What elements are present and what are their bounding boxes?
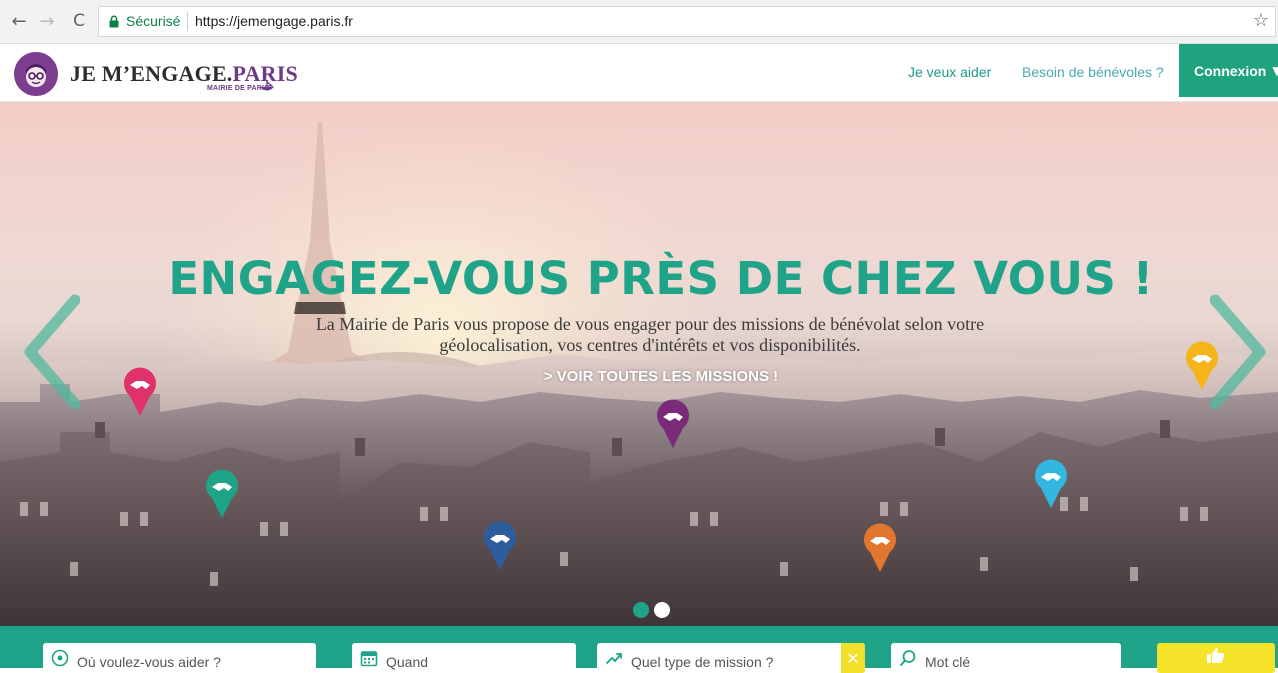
- keyword-input[interactable]: Mot clé: [891, 643, 1121, 673]
- chevron-left-icon[interactable]: [20, 292, 80, 412]
- back-arrow-icon[interactable]: ←: [8, 9, 30, 33]
- handshake-pin-icon[interactable]: [861, 522, 899, 574]
- address-bar[interactable]: Sécurisé https://jemengage.paris.fr ☆: [98, 6, 1276, 37]
- search-icon: [900, 650, 916, 666]
- search-submit-button[interactable]: [1157, 643, 1275, 673]
- paris-ship-icon: [260, 81, 274, 91]
- reload-icon[interactable]: C: [68, 9, 90, 33]
- handshake-pin-icon[interactable]: [203, 468, 241, 520]
- thumbs-up-icon: [1207, 647, 1225, 663]
- browser-toolbar: ← → C Sécurisé https://jemengage.paris.f…: [0, 0, 1278, 44]
- handshake-pin-icon[interactable]: [121, 366, 159, 418]
- hero-description: La Mairie de Paris vous propose de vous …: [230, 314, 1070, 356]
- date-input[interactable]: Quand: [352, 643, 576, 673]
- location-target-icon: [51, 649, 69, 667]
- login-label: Connexion: [1194, 62, 1267, 79]
- url-text[interactable]: https://jemengage.paris.fr: [195, 13, 353, 29]
- site-header: JE M’ENGAGE.PARIS MAIRIE DE PARIS Je veu…: [0, 44, 1278, 102]
- hero-description-line-1: La Mairie de Paris vous propose de vous …: [315, 314, 985, 334]
- mission-type-select[interactable]: Quel type de mission ? ✕: [597, 643, 865, 673]
- paris-rooftops-illustration: [0, 122, 1278, 626]
- nav-help-link[interactable]: Je veux aider: [908, 64, 991, 80]
- handshake-pin-icon[interactable]: [1032, 458, 1070, 510]
- calendar-icon: [360, 651, 378, 667]
- mission-search-bar: Où voulez-vous aider ? Quand Quel type d…: [0, 626, 1278, 673]
- secure-label: Sécurisé: [126, 13, 181, 29]
- logo-name: JE M’ENGAGE.: [70, 61, 233, 86]
- handshake-pin-icon[interactable]: [654, 398, 692, 450]
- location-input[interactable]: Où voulez-vous aider ?: [43, 643, 316, 673]
- carousel-dot[interactable]: [654, 602, 670, 618]
- hero-description-line-2: géolocalisation, vos centres d'intérêts …: [439, 335, 861, 355]
- forward-arrow-icon[interactable]: →: [36, 9, 58, 33]
- star-icon[interactable]: ☆: [1253, 10, 1269, 31]
- logo-mascot-icon[interactable]: [14, 52, 58, 96]
- handshake-pin-icon[interactable]: [1183, 340, 1221, 392]
- lock-icon: [109, 15, 119, 28]
- see-all-missions-link[interactable]: > VOIR TOUTES LES MISSIONS !: [22, 368, 1278, 385]
- handshake-pin-icon[interactable]: [481, 520, 519, 572]
- hero-headline: ENGAGEZ-VOUS PRÈS DE CHEZ VOUS !: [168, 252, 1154, 305]
- chevron-down-icon: ▼: [1272, 63, 1278, 78]
- clear-icon[interactable]: ✕: [841, 643, 865, 673]
- hero-banner: ENGAGEZ-VOUS PRÈS DE CHEZ VOUS ! La Mair…: [0, 102, 1278, 626]
- login-button[interactable]: Connexion ▼: [1179, 44, 1278, 97]
- mission-type-icon: [606, 653, 622, 664]
- address-separator: [187, 12, 188, 31]
- nav-volunteers-link[interactable]: Besoin de bénévoles ?: [1022, 64, 1164, 80]
- carousel-dot-active[interactable]: [633, 602, 649, 618]
